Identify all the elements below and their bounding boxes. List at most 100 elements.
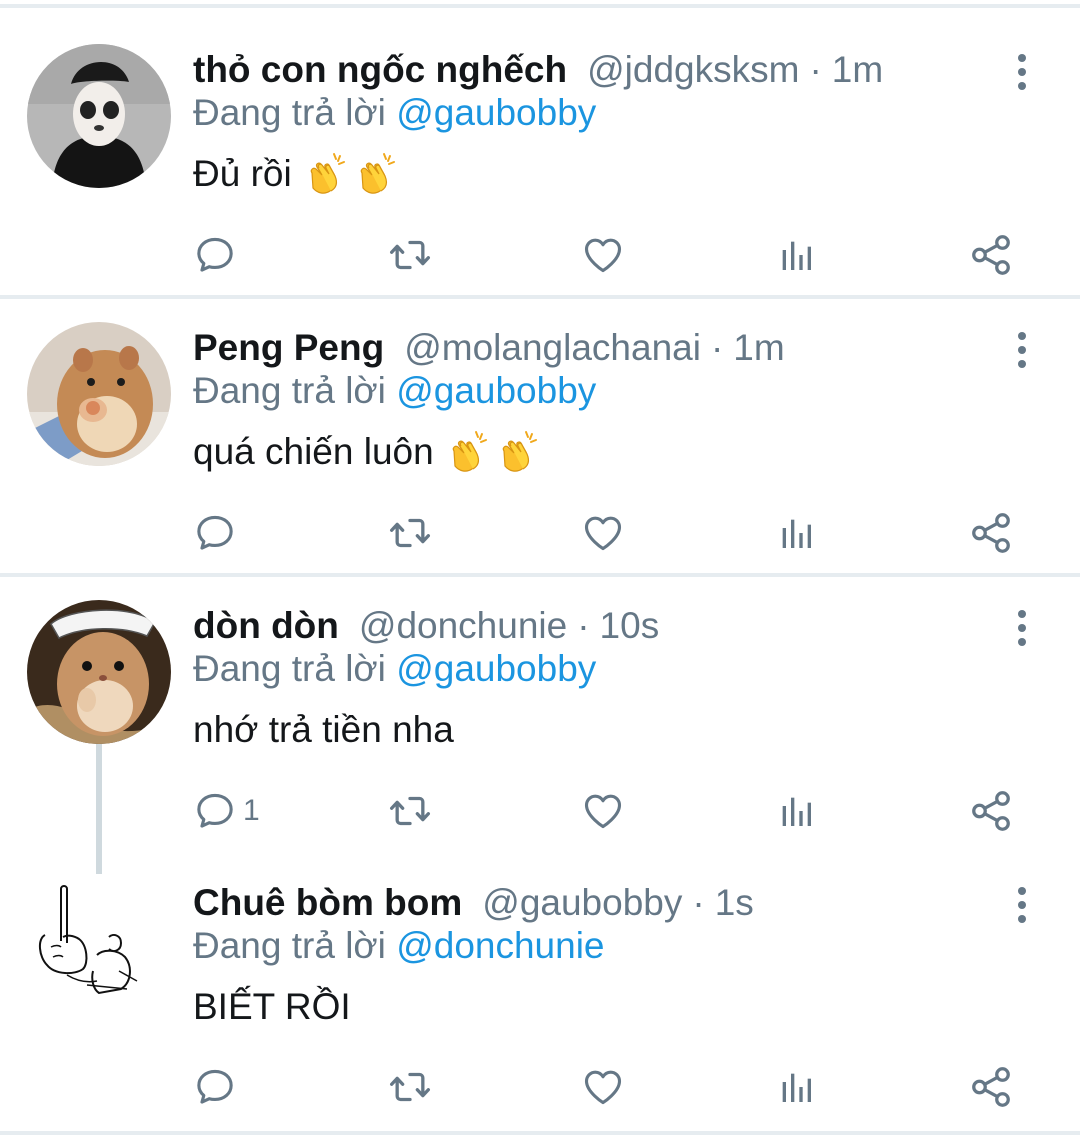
reply-button[interactable] xyxy=(193,1062,237,1112)
tweet-text: quá chiến luôn xyxy=(193,428,542,476)
replying-to-prefix: Đang trả lời xyxy=(193,648,386,689)
tweet-text-content: BIẾT RỒI xyxy=(193,986,351,1027)
clapping-hands-emoji-icon xyxy=(304,151,350,197)
tweet[interactable]: Peng Peng @molanglachanai · 1m Đang trả … xyxy=(0,322,1080,570)
retweet-button[interactable] xyxy=(386,508,434,558)
tweet[interactable]: thỏ con ngốc nghếch @jddgksksm · 1m Đang… xyxy=(0,44,1080,292)
analytics-button[interactable] xyxy=(776,230,816,280)
reply-bubble-icon xyxy=(193,233,237,277)
reply-bubble-icon xyxy=(193,789,237,833)
share-button[interactable] xyxy=(968,786,1014,836)
reply-bubble-icon xyxy=(193,1065,237,1109)
mention-link[interactable]: @gaubobby xyxy=(396,370,596,411)
tweet-text: Đủ rồi xyxy=(193,150,400,198)
more-options-button[interactable] xyxy=(1010,330,1034,370)
mention-link[interactable]: @gaubobby xyxy=(396,92,596,133)
replying-to-prefix: Đang trả lời xyxy=(193,370,386,411)
more-options-button[interactable] xyxy=(1010,52,1034,92)
like-button[interactable] xyxy=(581,786,625,836)
reply-button[interactable]: 1 xyxy=(193,786,260,836)
mention-link[interactable]: @donchunie xyxy=(396,925,604,966)
tweet-actions xyxy=(0,230,1080,280)
reply-button[interactable] xyxy=(193,508,237,558)
tweet-header: thỏ con ngốc nghếch @jddgksksm · 1m xyxy=(193,44,883,96)
heart-icon xyxy=(581,511,625,555)
share-icon xyxy=(968,510,1014,556)
replying-to: Đang trả lời @gaubobby xyxy=(193,369,596,413)
avatar[interactable] xyxy=(27,600,171,744)
clapping-hands-emoji-icon xyxy=(446,429,492,475)
display-name[interactable]: Peng Peng xyxy=(193,322,384,374)
share-icon xyxy=(968,232,1014,278)
tweet[interactable]: dòn dòn @donchunie · 10s Đang trả lời @g… xyxy=(0,600,1080,848)
timestamp[interactable]: 1m xyxy=(733,322,784,374)
more-vertical-icon xyxy=(1010,608,1034,648)
tweet-text-content: nhớ trả tiền nha xyxy=(193,709,454,750)
retweet-icon xyxy=(386,1065,434,1109)
replying-to-prefix: Đang trả lời xyxy=(193,92,386,133)
like-button[interactable] xyxy=(581,508,625,558)
separator-dot: · xyxy=(809,49,822,90)
avatar[interactable] xyxy=(27,44,171,188)
bottom-divider xyxy=(0,1131,1080,1135)
separator-dot: · xyxy=(692,882,705,923)
display-name[interactable]: dòn dòn xyxy=(193,600,339,652)
share-icon xyxy=(968,788,1014,834)
user-handle[interactable]: @molanglachanai xyxy=(404,322,701,374)
replying-to-prefix: Đang trả lời xyxy=(193,925,386,966)
clapping-hands-emoji-icon xyxy=(354,151,400,197)
replying-to: Đang trả lời @donchunie xyxy=(193,924,605,968)
tweet[interactable]: Chuê bòm bom @gaubobby · 1s Đang trả lời… xyxy=(0,877,1080,1127)
avatar[interactable] xyxy=(27,877,171,1021)
like-button[interactable] xyxy=(581,1062,625,1112)
tweet-text: nhớ trả tiền nha xyxy=(193,706,454,754)
retweet-icon xyxy=(386,511,434,555)
display-name[interactable]: thỏ con ngốc nghếch xyxy=(193,44,567,96)
share-button[interactable] xyxy=(968,1062,1014,1112)
analytics-bars-icon xyxy=(776,1067,816,1107)
share-button[interactable] xyxy=(968,508,1014,558)
retweet-button[interactable] xyxy=(386,1062,434,1112)
retweet-button[interactable] xyxy=(386,230,434,280)
tweet-divider xyxy=(0,573,1080,577)
analytics-bars-icon xyxy=(776,791,816,831)
tweet-header: Chuê bòm bom @gaubobby · 1s xyxy=(193,877,754,929)
analytics-button[interactable] xyxy=(776,508,816,558)
timestamp[interactable]: 10s xyxy=(600,600,660,652)
top-divider xyxy=(0,4,1080,8)
tweet-text-content: quá chiến luôn xyxy=(193,431,434,472)
like-button[interactable] xyxy=(581,230,625,280)
timestamp[interactable]: 1m xyxy=(832,44,883,96)
replying-to: Đang trả lời @gaubobby xyxy=(193,647,596,691)
mention-link[interactable]: @gaubobby xyxy=(396,648,596,689)
tweet-header: dòn dòn @donchunie · 10s xyxy=(193,600,659,652)
more-vertical-icon xyxy=(1010,885,1034,925)
avatar[interactable] xyxy=(27,322,171,466)
separator-dot: · xyxy=(710,327,724,368)
display-name[interactable]: Chuê bòm bom xyxy=(193,877,462,929)
user-handle[interactable]: @donchunie xyxy=(359,600,567,652)
more-options-button[interactable] xyxy=(1010,885,1034,925)
reply-bubble-icon xyxy=(193,511,237,555)
analytics-button[interactable] xyxy=(776,1062,816,1112)
user-handle[interactable]: @gaubobby xyxy=(482,877,682,929)
retweet-icon xyxy=(386,789,434,833)
more-vertical-icon xyxy=(1010,330,1034,370)
analytics-bars-icon xyxy=(776,513,816,553)
tweet-header: Peng Peng @molanglachanai · 1m xyxy=(193,322,785,374)
tweet-actions: 1 xyxy=(0,786,1080,836)
reply-count: 1 xyxy=(243,794,260,827)
more-vertical-icon xyxy=(1010,52,1034,92)
reply-button[interactable] xyxy=(193,230,237,280)
share-icon xyxy=(968,1064,1014,1110)
share-button[interactable] xyxy=(968,230,1014,280)
more-options-button[interactable] xyxy=(1010,608,1034,648)
tweet-actions xyxy=(0,1062,1080,1112)
analytics-button[interactable] xyxy=(776,786,816,836)
timestamp[interactable]: 1s xyxy=(715,877,754,929)
clapping-hands-emoji-icon xyxy=(496,429,542,475)
heart-icon xyxy=(581,789,625,833)
heart-icon xyxy=(581,1065,625,1109)
retweet-button[interactable] xyxy=(386,786,434,836)
user-handle[interactable]: @jddgksksm xyxy=(587,44,799,96)
